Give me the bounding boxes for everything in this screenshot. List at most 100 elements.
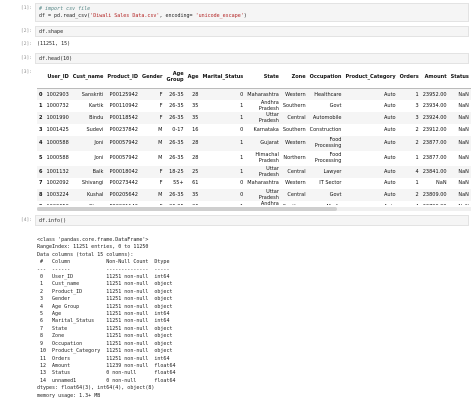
table-cell: Western [285, 180, 306, 187]
table-cell: 35 [192, 192, 199, 198]
table-cell: Auto [343, 201, 397, 205]
table-cell: NaN [449, 89, 471, 101]
table-cell: Healthcare [314, 91, 342, 98]
table-cell: 61 [192, 180, 199, 187]
table-cell: Maharashtra [247, 91, 279, 98]
info-output: <class 'pandas.core.frame.DataFrame'> Ran… [37, 237, 467, 400]
info-line: Data columns (total 15 columns): [37, 251, 134, 258]
code-line: df.shape [39, 29, 64, 35]
table-cell: Balk [92, 168, 104, 175]
table-cell: 1 [415, 155, 419, 161]
table-cell: 28 [192, 140, 199, 146]
table-cell: 23877.00 [422, 140, 447, 146]
code-editor[interactable]: # import csv file df = pd.read_csv('Diwa… [35, 3, 469, 22]
code-line: df.info() [39, 218, 67, 224]
info-line: 6 Marital_Status 11251 non-null int64 [37, 318, 176, 325]
scrollbar-thumb[interactable] [37, 207, 337, 211]
table-cell: Automobile [312, 115, 342, 121]
info-line: 2 Product_ID 11251 non-null object [37, 288, 176, 295]
table-cell: NaN [449, 112, 471, 124]
table-cell: 23841.00 [422, 168, 447, 175]
row-index: 3 [39, 126, 43, 133]
shape-output: (11251, 15) [37, 41, 71, 47]
table-cell: Shivangi [81, 180, 104, 187]
row-index: 8 [39, 192, 43, 198]
table-cell: 55+ [173, 180, 184, 187]
table-cell: 26-35 [164, 201, 185, 205]
row-index: 2 [39, 115, 43, 121]
table-cell: P00057942 [109, 155, 138, 161]
table-cell: Uttar Pradesh [258, 165, 279, 178]
column-header: Orders [397, 66, 421, 89]
code-line: df = pd.read_csv('Diwali Sales Data.csv'… [39, 13, 247, 19]
table-cell: 0 [240, 91, 244, 98]
table-cell: 23924.00 [422, 115, 447, 121]
table-cell: 1 [415, 180, 419, 187]
column-header: Product_Category [343, 66, 398, 89]
table-cell: Kartik [88, 103, 104, 109]
table-cell: Construction [309, 126, 342, 133]
table-cell: Auto [383, 140, 396, 146]
table-cell: P00031142 [105, 201, 140, 205]
code-line: df.head(10) [39, 56, 73, 62]
info-line: # Column Non-Null Count Dtype [37, 259, 176, 266]
table-cell: Karnataka [253, 126, 279, 133]
table-cell: 23877.00 [422, 155, 447, 161]
column-header: Marital_Status [200, 66, 246, 89]
dataframe-output: User_ID Cust_name Product_ID Gender Age Grou… [37, 66, 471, 205]
column-header: Age [185, 66, 201, 89]
table-cell: NaN [458, 155, 469, 161]
table-row: 5 1000588 Joni P00057942 M 26-35 28 1 Himachal P… [37, 151, 471, 166]
table-cell: 1003650 [44, 201, 70, 205]
code-editor[interactable]: df.info() [35, 215, 469, 226]
table-cell: 1002092 [46, 180, 69, 187]
table-cell: P00205642 [109, 192, 138, 198]
horizontal-scrollbar[interactable] [37, 207, 471, 211]
table-cell: 1 [240, 103, 244, 109]
table-cell: Andhra Pradesh [260, 201, 279, 205]
table-cell: 1 [240, 168, 244, 175]
table-cell: 23799.99 [421, 201, 449, 205]
table-cell: F [159, 115, 163, 121]
table-cell: 26-35 [169, 192, 184, 198]
row-index: 4 [39, 140, 43, 146]
table-cell: 2 [415, 126, 419, 133]
table-cell: Northern [283, 155, 306, 161]
column-header: User_ID [44, 66, 71, 89]
code-comment: # import csv file [39, 6, 91, 12]
table-cell: Auto [383, 180, 396, 187]
dataframe-table: User_ID Cust_name Product_ID Gender Age Grou… [37, 66, 471, 205]
table-cell: Auto [383, 168, 396, 175]
column-header: Zone [280, 66, 308, 89]
table-cell: 23952.00 [422, 91, 447, 98]
code-editor[interactable]: df.shape [35, 26, 469, 37]
table-cell: 25 [192, 168, 199, 175]
table-cell: 28 [192, 155, 199, 161]
row-index: 7 [39, 180, 43, 187]
code-editor[interactable]: df.head(10) [35, 53, 469, 64]
info-line: 3 Gender 11251 non-null object [37, 296, 176, 303]
info-line: 8 Zone 11251 non-null object [37, 333, 176, 340]
table-cell: Uttar Pradesh [258, 112, 279, 124]
table-cell: Central [287, 192, 306, 198]
row-index: 5 [39, 155, 43, 161]
table-cell: 0 [240, 180, 244, 187]
table-cell: Himachal Pradesh [255, 152, 279, 164]
table-cell: Gujarat [260, 140, 279, 146]
column-header: Age Group [164, 66, 186, 89]
table-row: 1 1000732 Kartik P00110942 F 26-35 35 1 Andhra P… [37, 100, 471, 112]
table-cell: 1 [200, 201, 245, 205]
table-row: 2 1001990 Bindu P00118542 F 26-35 35 1 Uttar Pra… [37, 112, 471, 124]
table-cell: Uttar Pradesh [258, 189, 279, 201]
cell-prompt: [3]: [20, 56, 32, 61]
cell-prompt: [1]: [20, 6, 32, 11]
table-cell: F [159, 168, 163, 175]
table-cell: Joni [94, 140, 104, 146]
table-cell: M [158, 192, 163, 198]
table-cell: 3 [415, 115, 419, 121]
row-index: 0 [39, 91, 43, 98]
table-cell: Auto [383, 155, 396, 161]
table-cell: P00125942 [109, 91, 138, 98]
table-cell: 1000588 [46, 140, 69, 146]
table-cell: Sudevi [86, 126, 104, 133]
